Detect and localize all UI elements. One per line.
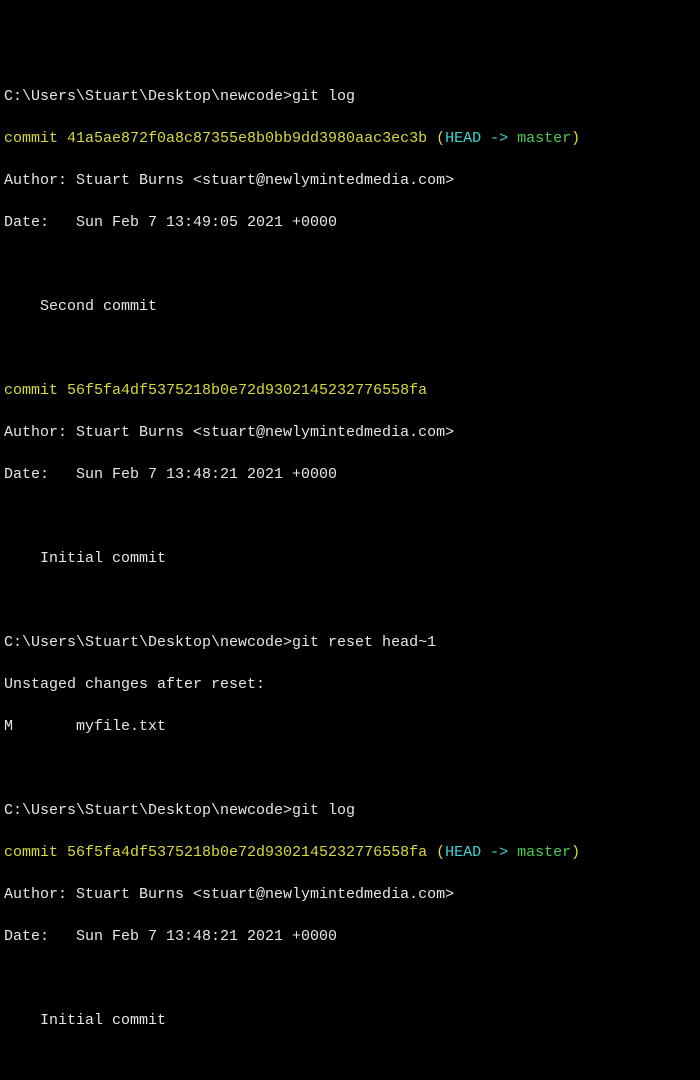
commit-message-3: Initial commit	[4, 1010, 696, 1031]
branch-name: master	[517, 844, 571, 861]
commit-hash: 56f5fa4df5375218b0e72d9302145232776558fa	[67, 844, 427, 861]
head-close: )	[571, 130, 580, 147]
path: C:\Users\Stuart\Desktop\newcode>	[4, 88, 292, 105]
command: git reset head~1	[292, 634, 436, 651]
reset-output-2: M myfile.txt	[4, 716, 696, 737]
commit-line-2: commit 56f5fa4df5375218b0e72d93021452327…	[4, 380, 696, 401]
path: C:\Users\Stuart\Desktop\newcode>	[4, 802, 292, 819]
commit-hash: 41a5ae872f0a8c87355e8b0bb9dd3980aac3ec3b	[67, 130, 427, 147]
date-line-2: Date: Sun Feb 7 13:48:21 2021 +0000	[4, 464, 696, 485]
reset-output-1: Unstaged changes after reset:	[4, 674, 696, 695]
commit-line-1: commit 41a5ae872f0a8c87355e8b0bb9dd3980a…	[4, 128, 696, 149]
head-label: HEAD ->	[445, 844, 517, 861]
branch-name: master	[517, 130, 571, 147]
commit-prefix: commit	[4, 844, 67, 861]
head-open: (	[427, 844, 445, 861]
date-line-1: Date: Sun Feb 7 13:49:05 2021 +0000	[4, 212, 696, 233]
author-line-2: Author: Stuart Burns <stuart@newlyminted…	[4, 422, 696, 443]
prompt-line-2[interactable]: C:\Users\Stuart\Desktop\newcode>git rese…	[4, 632, 696, 653]
head-close: )	[571, 844, 580, 861]
blank	[4, 338, 696, 359]
commit-hash: 56f5fa4df5375218b0e72d9302145232776558fa	[67, 382, 427, 399]
author-line-3: Author: Stuart Burns <stuart@newlyminted…	[4, 884, 696, 905]
blank	[4, 506, 696, 527]
head-open: (	[427, 130, 445, 147]
author-line-1: Author: Stuart Burns <stuart@newlyminted…	[4, 170, 696, 191]
blank	[4, 254, 696, 275]
command: git log	[292, 802, 355, 819]
blank	[4, 968, 696, 989]
path: C:\Users\Stuart\Desktop\newcode>	[4, 634, 292, 651]
prompt-line-3[interactable]: C:\Users\Stuart\Desktop\newcode>git log	[4, 800, 696, 821]
date-line-3: Date: Sun Feb 7 13:48:21 2021 +0000	[4, 926, 696, 947]
commit-message-1: Second commit	[4, 296, 696, 317]
blank	[4, 590, 696, 611]
blank	[4, 758, 696, 779]
commit-prefix: commit	[4, 130, 67, 147]
commit-line-3: commit 56f5fa4df5375218b0e72d93021452327…	[4, 842, 696, 863]
prompt-line-1[interactable]: C:\Users\Stuart\Desktop\newcode>git log	[4, 86, 696, 107]
commit-prefix: commit	[4, 382, 67, 399]
commit-message-2: Initial commit	[4, 548, 696, 569]
head-label: HEAD ->	[445, 130, 517, 147]
command: git log	[292, 88, 355, 105]
